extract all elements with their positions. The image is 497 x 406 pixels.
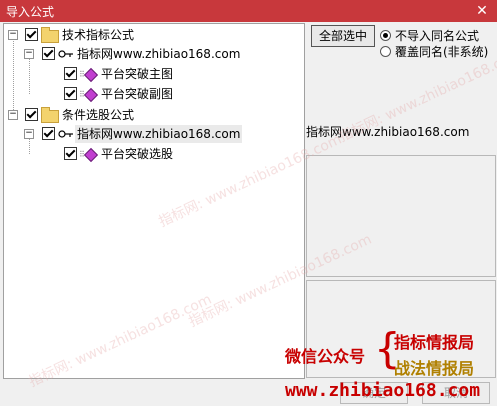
radio-overwrite-same[interactable]: 覆盖同名(非系统) [380,43,488,60]
key-icon [58,50,73,58]
tree-formula-item[interactable]: ⠿ 平台突破选股 [4,145,294,163]
group-label: 技术指标公式 [62,28,135,42]
tree-source-node[interactable]: − 指标网www.zhibiao168.com [4,125,294,143]
formula-label: 平台突破主图 [101,67,174,81]
promo-line-2: 战法情报局 [394,359,475,378]
tree-formula-item[interactable]: ⠿ 平台突破副图 [4,85,294,103]
tree-source-node[interactable]: − 指标网www.zhibiao168.com [4,45,294,63]
group-checkbox[interactable] [25,108,38,121]
collapse-icon[interactable]: − [24,49,34,59]
collapse-icon[interactable]: − [24,129,34,139]
promo-line-1: 指标情报局 [394,333,475,352]
formula-label: 平台突破副图 [101,87,174,101]
close-icon[interactable]: ✕ [473,2,491,20]
tree-formula-item[interactable]: ⠿ 平台突破主图 [4,65,294,83]
description-panel [306,155,496,277]
key-icon [58,130,73,138]
promo-url: www.zhibiao168.com [285,380,481,401]
select-all-button[interactable]: 全部选中 [311,25,375,47]
radio-label: 不导入同名公式 [395,29,480,43]
folder-icon [41,27,59,43]
formula-checkbox[interactable] [64,147,77,160]
wechat-promo: 微信公众号 [285,347,366,366]
radio-skip-same[interactable]: 不导入同名公式 [380,27,479,44]
collapse-icon[interactable]: − [8,30,18,40]
group-label: 条件选股公式 [62,108,135,122]
window-title: 导入公式 [6,5,55,19]
formula-label: 平台突破选股 [101,147,174,161]
group-checkbox[interactable] [25,28,38,41]
formula-icon [83,147,99,163]
radio-unselected-icon[interactable] [380,46,391,57]
formula-checkbox[interactable] [64,87,77,100]
source-checkbox[interactable] [42,127,55,140]
source-label-selected: 指标网www.zhibiao168.com [75,125,243,143]
tree-group-screening[interactable]: − 条件选股公式 [4,106,294,124]
folder-icon [41,107,59,123]
tree-group-indicators[interactable]: − 技术指标公式 [4,26,294,44]
radio-label: 覆盖同名(非系统) [395,45,489,59]
formula-name-display: 指标网www.zhibiao168.com [306,125,470,139]
formula-tree[interactable]: − 技术指标公式 − 指标网www.zhibiao168.com ⠿ 平台突破主… [3,23,305,379]
source-checkbox[interactable] [42,47,55,60]
formula-icon [83,67,99,83]
title-bar: 导入公式 ✕ [0,0,497,22]
formula-icon [83,87,99,103]
source-label: 指标网www.zhibiao168.com [77,47,241,61]
formula-checkbox[interactable] [64,67,77,80]
collapse-icon[interactable]: − [8,110,18,120]
radio-selected-icon[interactable] [380,30,391,41]
